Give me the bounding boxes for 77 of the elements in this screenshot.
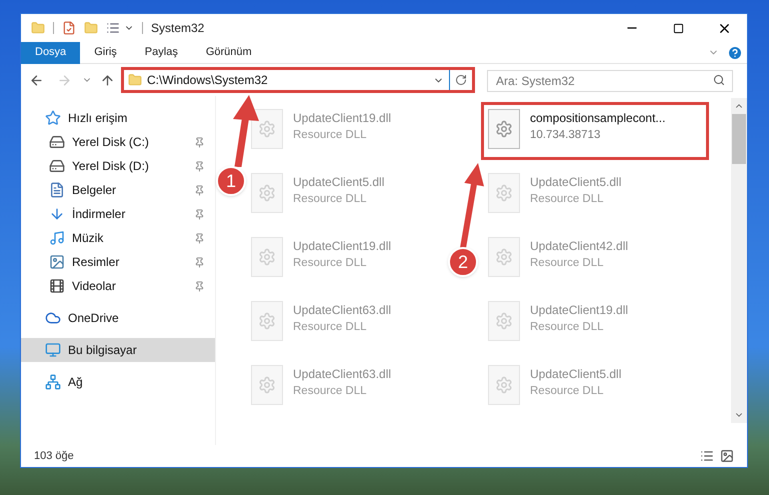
- file-name: UpdateClient42.dll: [530, 238, 628, 255]
- sidebar-item[interactable]: Videolar: [21, 274, 215, 298]
- file-item[interactable]: compositionsamplecont... 10.734.38713: [481, 102, 709, 160]
- sidebar-item[interactable]: Belgeler: [21, 178, 215, 202]
- sidebar-label: Bu bilgisayar: [68, 342, 138, 359]
- properties-icon[interactable]: [62, 21, 76, 35]
- sidebar-item[interactable]: Hızlı erişim: [21, 106, 215, 130]
- ribbon-tab[interactable]: Görünüm: [192, 42, 266, 64]
- file-detail: Resource DLL: [530, 256, 605, 271]
- sidebar-item[interactable]: İndirmeler: [21, 202, 215, 226]
- file-detail: 10.734.38713: [530, 128, 602, 143]
- search-icon: [713, 74, 725, 86]
- film-icon: [49, 278, 65, 294]
- file-name: UpdateClient19.dll: [530, 302, 628, 319]
- monitor-icon: [45, 342, 61, 358]
- sidebar-label: Yerel Disk (D:): [72, 158, 150, 175]
- ribbon-tab[interactable]: Dosya: [21, 42, 80, 64]
- sidebar-item[interactable]: Yerel Disk (C:): [21, 130, 215, 154]
- sidebar-item[interactable]: Resimler: [21, 250, 215, 274]
- file-detail: Resource DLL: [530, 384, 605, 399]
- sidebar-label: İndirmeler: [72, 206, 126, 223]
- scrollbar[interactable]: [731, 98, 747, 423]
- file-name: UpdateClient63.dll: [293, 302, 392, 319]
- search-field[interactable]: Ara: System32: [487, 70, 733, 92]
- sidebar-item[interactable]: Müzik: [21, 226, 215, 250]
- sidebar-label: Yerel Disk (C:): [72, 134, 150, 151]
- item-count: 103 öğe: [34, 448, 74, 464]
- sidebar-item[interactable]: Ağ: [21, 370, 215, 394]
- sidebar-label: Resimler: [72, 254, 120, 271]
- file-name: UpdateClient19.dll: [293, 110, 392, 127]
- file-detail: Resource DLL: [293, 320, 368, 335]
- sidebar-item[interactable]: Yerel Disk (D:): [21, 154, 215, 178]
- large-icons-view-icon[interactable]: [720, 449, 734, 463]
- window-title: System32: [151, 20, 204, 37]
- music-note-icon: [49, 230, 65, 246]
- sidebar-label: Müzik: [72, 230, 104, 247]
- file-name: compositionsamplecont...: [530, 110, 666, 127]
- picture-icon: [49, 254, 65, 270]
- file-detail: Resource DLL: [293, 128, 368, 143]
- file-detail: Resource DLL: [530, 320, 605, 335]
- drive-icon: [49, 158, 65, 174]
- file-detail: Resource DLL: [293, 384, 368, 399]
- file-name: UpdateClient5.dll: [530, 174, 622, 191]
- sidebar-label: Belgeler: [72, 182, 118, 199]
- file-icon[interactable]: [488, 109, 520, 149]
- view-icon[interactable]: [106, 21, 120, 35]
- sidebar-label: Hızlı erişim: [68, 110, 128, 127]
- address-field[interactable]: C:\Windows\System32: [121, 67, 475, 93]
- sidebar-label: Ağ: [68, 374, 84, 391]
- sidebar-item[interactable]: OneDrive: [21, 306, 215, 330]
- ribbon-tab[interactable]: Giriş: [80, 42, 131, 64]
- file-name: UpdateClient63.dll: [293, 366, 392, 383]
- file-detail: Resource DLL: [293, 256, 368, 271]
- file-detail: Resource DLL: [530, 192, 605, 207]
- folder-icon: [128, 73, 142, 87]
- ribbon-tab[interactable]: Paylaş: [130, 42, 192, 64]
- folder-icon[interactable]: [31, 21, 45, 35]
- scrollbar-thumb[interactable]: [732, 114, 746, 164]
- sidebar-label: OneDrive: [68, 310, 120, 327]
- file-name: UpdateClient5.dll: [530, 366, 622, 383]
- sidebar-item[interactable]: Bu bilgisayar: [21, 338, 215, 362]
- details-view-icon[interactable]: [700, 449, 714, 463]
- document-icon: [49, 182, 65, 198]
- refresh-icon[interactable]: [455, 74, 467, 86]
- file-name: UpdateClient5.dll: [293, 174, 384, 191]
- network-icon: [45, 374, 61, 390]
- cloud-icon: [45, 310, 61, 326]
- file-name: UpdateClient19.dll: [293, 238, 392, 255]
- maximize-icon: [672, 22, 684, 34]
- file-detail: Resource DLL: [293, 192, 368, 207]
- help-icon[interactable]: [727, 44, 743, 60]
- new-folder-icon[interactable]: [84, 21, 98, 35]
- address-path: C:\Windows\System32: [147, 72, 269, 89]
- forward-arrow-icon[interactable]: [57, 72, 72, 88]
- sidebar-label: Videolar: [72, 278, 117, 295]
- drive-icon: [49, 134, 65, 150]
- star-icon: [45, 110, 61, 126]
